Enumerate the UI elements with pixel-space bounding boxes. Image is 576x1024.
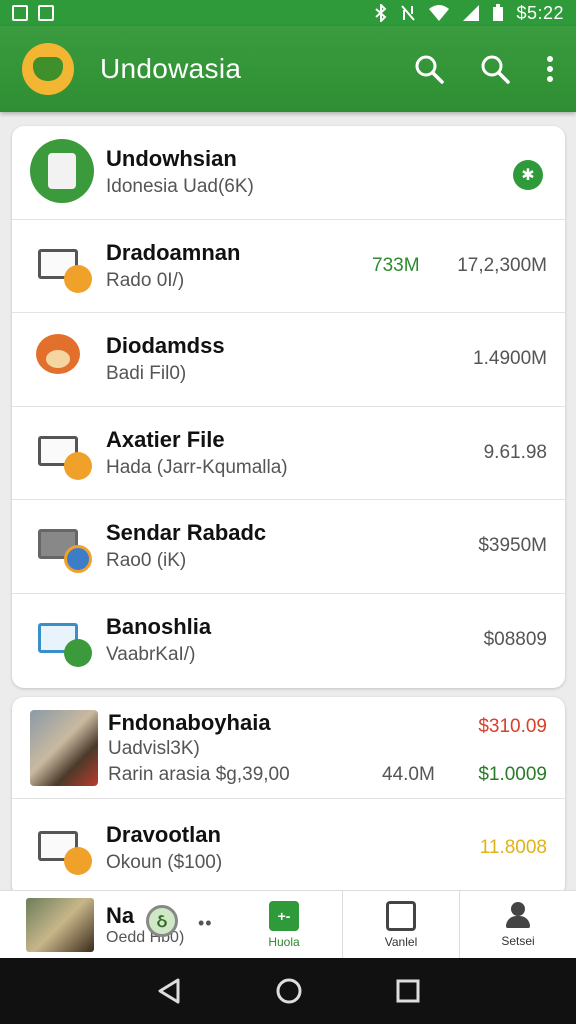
list-item-subtitle: Idonesia Uad(6K) — [106, 176, 254, 198]
list-item[interactable]: Dravootlan Okoun ($100) 11.8008 — [12, 799, 565, 897]
list-item-title: Undowhsian — [106, 146, 237, 172]
globe-icon — [30, 139, 96, 205]
mini-player-thumbnail — [26, 897, 94, 952]
list-item-value: $3950M — [478, 535, 547, 557]
list-item-value-primary: 733M — [372, 254, 420, 276]
app-logo-icon[interactable] — [22, 43, 74, 95]
tab-vanlel[interactable]: Vanlel — [342, 891, 459, 958]
monitor-icon — [30, 815, 96, 881]
mini-player[interactable]: Na Oedd Hb0) ઠ •• — [0, 891, 226, 958]
app-title: Undowasia — [100, 53, 242, 84]
list-item[interactable]: Dradoamnan Rado 0I/) 733M 17,2,300M — [12, 220, 565, 313]
monitor-icon — [30, 420, 96, 486]
recents-icon[interactable] — [396, 979, 420, 1003]
bottom-nav: Na Oedd Hb0) ઠ •• +- Huola Vanlel Setsei — [0, 890, 576, 958]
search-icon[interactable] — [480, 54, 510, 84]
desk-icon — [30, 513, 96, 579]
thumbnail-image — [30, 709, 98, 786]
wifi-icon — [429, 5, 450, 21]
list-item-subtitle: Uadvisl3K) — [108, 737, 200, 759]
list-item-value: $310.09 — [478, 716, 547, 737]
tab-label: Vanlel — [384, 934, 418, 949]
mini-player-logo-icon[interactable]: ઠ — [146, 905, 178, 937]
fox-icon — [30, 326, 96, 392]
list-item[interactable]: Sendar Rabadc Rao0 (iK) $3950M — [12, 500, 565, 594]
no-signal-icon — [401, 5, 416, 21]
list-item[interactable]: Fndonaboyhaia Uadvisl3K) Rarin arasia $g… — [12, 697, 565, 799]
more-vert-icon[interactable] — [546, 55, 554, 83]
list-item-value: 11.8008 — [479, 837, 547, 858]
list-item[interactable]: Axatier File Hada (Jarr-Kqumalla) 9.61.9… — [12, 407, 565, 500]
search-icon[interactable] — [414, 54, 444, 84]
system-nav-bar — [0, 958, 576, 1024]
app-bar: Undowasia — [0, 26, 576, 112]
list-item-value: 9.61.98 — [483, 441, 547, 463]
tab-label: Setsei — [501, 933, 535, 948]
home-icon[interactable] — [275, 977, 303, 1005]
back-icon[interactable] — [156, 977, 182, 1005]
wallet-icon — [386, 900, 416, 931]
monitor-icon — [30, 233, 96, 299]
list-item-value: 17,2,300M — [457, 254, 547, 276]
status-time: $5:22 — [516, 2, 564, 23]
person-icon — [504, 901, 532, 930]
list-item-value: $1.0009 — [478, 764, 547, 785]
list-item[interactable]: Undowhsian Idonesia Uad(6K) ✱ — [12, 126, 565, 220]
list-item-value: $08809 — [483, 629, 547, 651]
tab-huola[interactable]: +- Huola — [226, 891, 342, 958]
status-bar: $5:22 — [0, 0, 576, 26]
monitor-icon — [30, 607, 96, 673]
list-item-value: 44.0M — [382, 764, 435, 785]
notification-icon — [12, 5, 28, 21]
main-list: Undowhsian Idonesia Uad(6K) ✱ Dradoamnan… — [12, 126, 565, 688]
verified-icon[interactable]: ✱ — [513, 160, 543, 190]
mini-player-more-icon[interactable]: •• — [198, 913, 213, 934]
bluetooth-icon — [375, 4, 387, 22]
tab-label: Huola — [268, 934, 300, 949]
list-item-value: 1.4900M — [473, 348, 547, 370]
list-item[interactable]: Diodamdss Badi Fil0) 1.4900M — [12, 313, 565, 407]
image-icon — [38, 5, 54, 21]
battery-icon — [493, 4, 504, 21]
tab-setsei[interactable]: Setsei — [459, 891, 576, 958]
list-item[interactable]: Banoshlia VaabrKaI/) $08809 — [12, 594, 565, 688]
secondary-list: Fndonaboyhaia Uadvisl3K) Rarin arasia $g… — [12, 697, 565, 897]
cell-signal-icon — [463, 5, 480, 21]
plus-minus-icon: +- — [269, 900, 299, 931]
